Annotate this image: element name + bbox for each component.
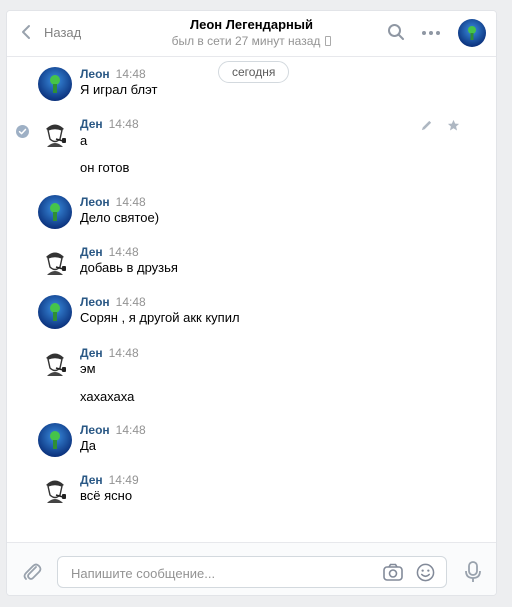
chat-window: Назад Леон Легендарный был в сети 27 мин… <box>6 10 497 596</box>
message-time: 14:48 <box>115 423 146 437</box>
message-time: 14:49 <box>108 473 139 487</box>
search-icon[interactable] <box>387 23 405 41</box>
author-name[interactable]: Леон <box>80 67 110 81</box>
message-text: Дело святое) <box>80 210 160 225</box>
message-text: он готов <box>80 160 130 175</box>
mobile-icon <box>325 36 332 46</box>
message-input[interactable]: Напишите сообщение... <box>57 556 447 588</box>
message-time: 14:48 <box>115 195 146 209</box>
message-text: всё ясно <box>80 488 133 503</box>
detective-pipe-avatar[interactable] <box>38 245 72 279</box>
emoji-smile-icon[interactable] <box>416 563 435 582</box>
chat-title[interactable]: Леон Легендарный <box>7 17 496 32</box>
attach-paperclip-icon[interactable] <box>22 561 42 583</box>
author-name[interactable]: Ден <box>80 346 103 360</box>
message-text: Я играл блэт <box>80 82 158 97</box>
message-time: 14:48 <box>108 346 139 360</box>
message-time: 14:48 <box>115 295 146 309</box>
author-name[interactable]: Леон <box>80 295 110 309</box>
microphone-icon[interactable] <box>465 561 481 583</box>
author-name[interactable]: Леон <box>80 423 110 437</box>
message-time: 14:48 <box>108 117 139 131</box>
message-time: 14:48 <box>115 67 146 81</box>
green-planet-avatar[interactable] <box>38 195 72 229</box>
author-name[interactable]: Ден <box>80 473 103 487</box>
detective-pipe-avatar[interactable] <box>38 117 72 151</box>
header-avatar[interactable] <box>458 19 486 47</box>
green-planet-avatar[interactable] <box>38 295 72 329</box>
date-separator: сегодня <box>218 61 290 83</box>
message-time: 14:48 <box>108 245 139 259</box>
message-text: хахахаха <box>80 389 135 404</box>
last-seen-text: был в сети 27 минут назад <box>171 34 321 48</box>
message-text: эм <box>80 361 96 376</box>
green-planet-avatar[interactable] <box>38 423 72 457</box>
message-text: Да <box>80 438 97 453</box>
author-name[interactable]: Ден <box>80 117 103 131</box>
composer-bar: Напишите сообщение... <box>7 542 496 595</box>
message-text: добавь в друзья <box>80 260 178 275</box>
edit-pencil-icon[interactable] <box>420 119 433 132</box>
message-text: а <box>80 133 88 148</box>
detective-pipe-avatar[interactable] <box>38 473 72 507</box>
message-tools <box>420 119 460 132</box>
author-name[interactable]: Ден <box>80 245 103 259</box>
author-name[interactable]: Леон <box>80 195 110 209</box>
more-options-icon[interactable] <box>422 31 440 35</box>
message-input-placeholder: Напишите сообщение... <box>71 566 216 581</box>
star-icon[interactable] <box>447 119 460 132</box>
green-planet-avatar[interactable] <box>38 67 72 101</box>
detective-pipe-avatar[interactable] <box>38 346 72 380</box>
camera-icon[interactable] <box>383 563 403 581</box>
chat-subtitle: был в сети 27 минут назад <box>7 34 496 48</box>
selected-check-icon[interactable] <box>16 125 29 138</box>
message-text: Сорян , я другой акк купил <box>80 310 240 325</box>
chat-header: Назад Леон Легендарный был в сети 27 мин… <box>7 11 496 57</box>
